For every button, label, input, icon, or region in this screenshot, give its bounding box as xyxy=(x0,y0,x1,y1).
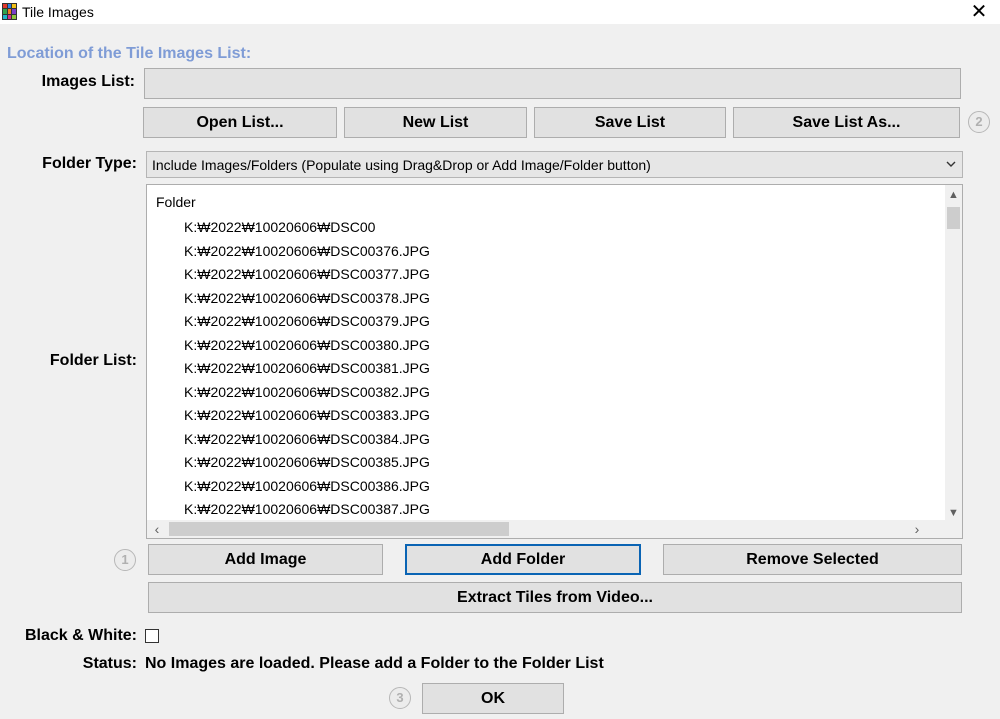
open-list-button[interactable]: Open List... xyxy=(143,107,337,138)
scroll-up-icon[interactable]: ▲ xyxy=(945,187,962,203)
folder-type-value: Include Images/Folders (Populate using D… xyxy=(152,157,651,173)
images-list-label: Images List: xyxy=(41,73,135,90)
folder-type-select[interactable]: Include Images/Folders (Populate using D… xyxy=(146,151,963,178)
new-list-button[interactable]: New List xyxy=(344,107,527,138)
list-item[interactable]: K:₩2022₩10020606₩DSC00384.JPG xyxy=(184,430,430,454)
section-heading: Location of the Tile Images List: xyxy=(7,45,252,62)
vertical-scrollbar[interactable]: ▲ ▼ xyxy=(945,185,962,521)
folder-list-label: Folder List: xyxy=(49,352,137,369)
save-list-button[interactable]: Save List xyxy=(534,107,726,138)
list-item[interactable]: K:₩2022₩10020606₩DSC00 xyxy=(184,218,430,242)
ok-button[interactable]: OK xyxy=(422,683,564,714)
horizontal-scrollbar[interactable]: ‹ › xyxy=(147,520,945,538)
remove-selected-button[interactable]: Remove Selected xyxy=(663,544,962,575)
extract-tiles-from-video-button[interactable]: Extract Tiles from Video... xyxy=(148,582,962,613)
help-circle-icon-2[interactable]: 2 xyxy=(968,111,990,133)
folder-list-header: Folder xyxy=(156,194,196,210)
list-item[interactable]: K:₩2022₩10020606₩DSC00376.JPG xyxy=(184,242,430,266)
tile-images-app-icon xyxy=(2,3,17,20)
help-circle-icon-3[interactable]: 3 xyxy=(389,687,411,709)
title-bar: Tile Images ✕ xyxy=(0,0,1000,24)
window-title: Tile Images xyxy=(22,4,94,20)
list-item[interactable]: K:₩2022₩10020606₩DSC00379.JPG xyxy=(184,312,430,336)
black-white-label: Black & White: xyxy=(24,627,137,644)
list-item[interactable]: K:₩2022₩10020606₩DSC00386.JPG xyxy=(184,477,430,501)
folder-list[interactable]: Folder K:₩2022₩10020606₩DSC00 K:₩2022₩100… xyxy=(146,184,963,539)
help-circle-icon-1[interactable]: 1 xyxy=(114,549,136,571)
scroll-right-icon[interactable]: › xyxy=(909,520,925,538)
list-item[interactable]: K:₩2022₩10020606₩DSC00378.JPG xyxy=(184,289,430,313)
list-item[interactable]: K:₩2022₩10020606₩DSC00382.JPG xyxy=(184,383,430,407)
folder-type-label: Folder Type: xyxy=(42,155,137,172)
status-label: Status: xyxy=(82,655,137,672)
add-folder-button[interactable]: Add Folder xyxy=(405,544,641,575)
folder-list-items: K:₩2022₩10020606₩DSC00 K:₩2022₩10020606₩D… xyxy=(184,218,430,524)
status-text: No Images are loaded. Please add a Folde… xyxy=(145,655,604,672)
black-white-checkbox[interactable] xyxy=(145,629,159,643)
chevron-down-icon xyxy=(946,161,956,167)
images-list-field[interactable] xyxy=(144,68,961,99)
save-list-as-button[interactable]: Save List As... xyxy=(733,107,960,138)
list-item[interactable]: K:₩2022₩10020606₩DSC00380.JPG xyxy=(184,336,430,360)
list-item[interactable]: K:₩2022₩10020606₩DSC00383.JPG xyxy=(184,406,430,430)
list-item[interactable]: K:₩2022₩10020606₩DSC00377.JPG xyxy=(184,265,430,289)
list-item[interactable]: K:₩2022₩10020606₩DSC00385.JPG xyxy=(184,453,430,477)
scroll-down-icon[interactable]: ▼ xyxy=(945,505,962,521)
horizontal-scroll-thumb[interactable] xyxy=(169,522,509,536)
close-icon[interactable]: ✕ xyxy=(966,1,992,23)
vertical-scroll-thumb[interactable] xyxy=(947,207,960,229)
add-image-button[interactable]: Add Image xyxy=(148,544,383,575)
list-item[interactable]: K:₩2022₩10020606₩DSC00381.JPG xyxy=(184,359,430,383)
scroll-corner xyxy=(945,520,962,538)
scroll-left-icon[interactable]: ‹ xyxy=(149,520,165,538)
